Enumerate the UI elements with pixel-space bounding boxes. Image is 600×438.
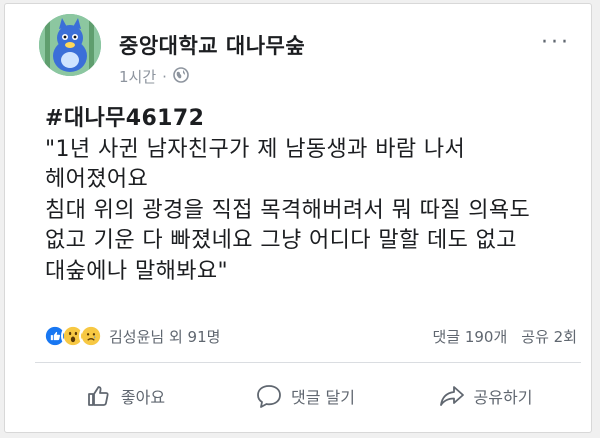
- like-label: 좋아요: [120, 388, 166, 407]
- more-options-icon[interactable]: ···: [541, 30, 571, 55]
- post-line: 대숲에나 말해봐요": [45, 258, 229, 284]
- actions-divider: [35, 362, 581, 363]
- engagement-counts: 댓글 190개 공유 2회: [432, 326, 577, 347]
- post-line: 없고 기운 다 빠졌네요 그냥 어디다 말할 데도 없고: [45, 228, 517, 253]
- share-label: 공유하기: [473, 388, 533, 407]
- post-actions: 좋아요 댓글 달기 공유하기: [35, 372, 575, 420]
- post-line: "1년 사귄 남자친구가 제 남동생과 바람 나서: [45, 136, 466, 162]
- like-button[interactable]: 좋아요: [35, 372, 215, 420]
- post-body: #대나무46172 "1년 사귄 남자친구가 제 남동생과 바람 나서 헤어졌어…: [45, 104, 585, 287]
- comment-icon: [257, 385, 281, 408]
- page-avatar[interactable]: [39, 14, 101, 76]
- globe-icon: [173, 66, 189, 87]
- share-button[interactable]: 공유하기: [395, 372, 575, 420]
- post-time[interactable]: 1시간: [119, 66, 156, 87]
- post-card: 중앙대학교 대나무숲 1시간 · ··· #대나무46172 "1년 사귄 남자…: [4, 3, 592, 433]
- share-count[interactable]: 공유 2회: [521, 326, 577, 347]
- page-name[interactable]: 중앙대학교 대나무숲: [119, 30, 305, 60]
- reactions-summary[interactable]: 김성윤님 외 91명: [43, 324, 220, 348]
- post-line: 헤어졌어요: [45, 167, 149, 192]
- post-stats: 김성윤님 외 91명 댓글 190개 공유 2회: [43, 322, 585, 350]
- post-hashtag[interactable]: #대나무46172: [45, 104, 585, 135]
- comment-button[interactable]: 댓글 달기: [215, 372, 395, 420]
- sad-reaction-icon: [79, 324, 103, 348]
- meta-separator: ·: [162, 67, 167, 86]
- post-meta: 1시간 ·: [119, 66, 189, 87]
- comment-label: 댓글 달기: [291, 388, 355, 407]
- post-header: 중앙대학교 대나무숲 1시간 · ···: [39, 14, 579, 94]
- post-line: 침대 위의 광경을 직접 목격해버려서 뭐 따질 의욕도: [45, 197, 531, 223]
- comment-count[interactable]: 댓글 190개: [432, 326, 507, 347]
- reaction-names[interactable]: 김성윤님 외 91명: [109, 326, 220, 347]
- thumbs-up-icon: [88, 386, 109, 406]
- share-icon: [439, 386, 464, 406]
